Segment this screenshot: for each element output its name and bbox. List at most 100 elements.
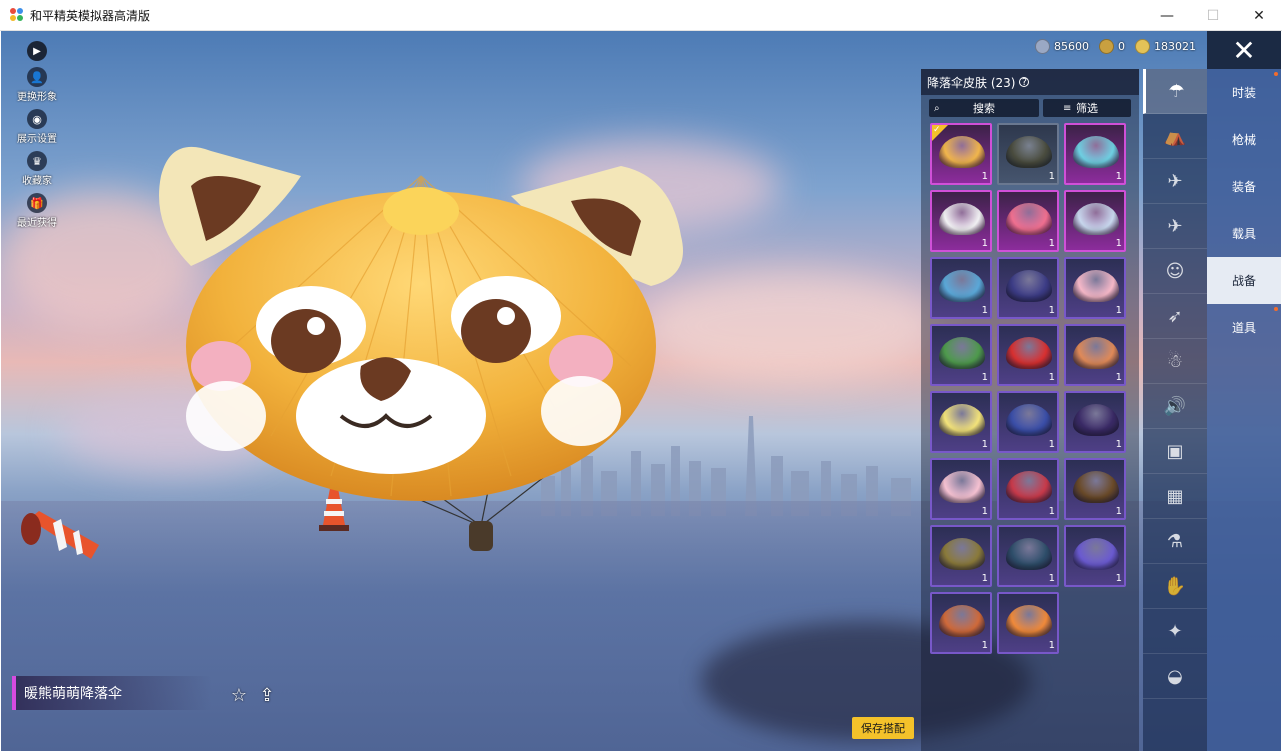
plane-trail-icon: ✈ bbox=[1167, 170, 1183, 192]
app-logo-icon bbox=[10, 8, 24, 22]
skin-count: 1 bbox=[1115, 305, 1122, 316]
parachute-thumbnail bbox=[1073, 471, 1119, 503]
skin-item[interactable]: 1 bbox=[1064, 190, 1126, 252]
subcategory-tab[interactable]: ✈ bbox=[1143, 204, 1207, 249]
backpack-icon: ⛺ bbox=[1163, 125, 1187, 147]
skin-count: 1 bbox=[1048, 573, 1055, 584]
share-icon[interactable]: ⇪ bbox=[255, 683, 279, 707]
recently-obtained-label: 最近获得 bbox=[17, 218, 57, 229]
skin-item[interactable]: 1 bbox=[1064, 458, 1126, 520]
subcategory-tab[interactable]: ◒ bbox=[1143, 654, 1207, 699]
category-tab[interactable]: 载具 bbox=[1207, 210, 1281, 257]
expand-arrow-icon[interactable]: ▶ bbox=[27, 41, 47, 61]
skin-item[interactable]: 1 bbox=[930, 190, 992, 252]
subcategory-tab[interactable]: ✈ bbox=[1143, 159, 1207, 204]
category-tab[interactable]: 装备 bbox=[1207, 163, 1281, 210]
skin-item[interactable]: 1 bbox=[997, 190, 1059, 252]
skin-item[interactable]: 1 bbox=[930, 458, 992, 520]
skin-count: 1 bbox=[1115, 372, 1122, 383]
skin-item[interactable]: 1 bbox=[997, 257, 1059, 319]
favorite-star-icon[interactable]: ☆ bbox=[227, 683, 251, 707]
skin-item[interactable]: 1 bbox=[997, 458, 1059, 520]
traffic-cone-icon bbox=[21, 511, 99, 559]
help-icon[interactable]: ? bbox=[1019, 77, 1030, 88]
category-label: 时装 bbox=[1231, 86, 1256, 100]
subcategory-tab[interactable]: ✦ bbox=[1143, 609, 1207, 654]
subcategory-tab[interactable]: 🔊 bbox=[1143, 384, 1207, 429]
parachute-thumbnail bbox=[1006, 270, 1052, 302]
collector-button[interactable]: ♛ 收藏家 bbox=[9, 151, 65, 187]
subcategory-tab[interactable]: ☺ bbox=[1143, 249, 1207, 294]
parachute-thumbnail bbox=[1073, 404, 1119, 436]
subcategory-tab[interactable]: ▣ bbox=[1143, 429, 1207, 474]
skin-item[interactable]: 1 bbox=[930, 592, 992, 654]
skin-item[interactable]: 1 bbox=[997, 324, 1059, 386]
parachute-thumbnail bbox=[939, 337, 985, 369]
skin-item[interactable]: 1 bbox=[1064, 391, 1126, 453]
gold-coin-icon bbox=[1135, 39, 1150, 54]
skin-item[interactable]: 1 bbox=[1064, 324, 1126, 386]
subcategory-tab[interactable]: ⛺ bbox=[1143, 114, 1207, 159]
panel-header: 降落伞皮肤 (23) ? bbox=[921, 69, 1139, 95]
skin-item[interactable]: 1 bbox=[1064, 123, 1126, 185]
display-settings-label: 展示设置 bbox=[17, 134, 57, 145]
skin-count: 1 bbox=[1115, 573, 1122, 584]
skin-item[interactable]: 1 bbox=[997, 391, 1059, 453]
skin-item[interactable]: 1 bbox=[1064, 525, 1126, 587]
skin-count: 1 bbox=[981, 305, 988, 316]
plane-icon: ✈ bbox=[1167, 215, 1183, 237]
filter-button[interactable]: ≡ 筛选 bbox=[1043, 99, 1131, 117]
parachute-thumbnail bbox=[1073, 136, 1119, 168]
maximize-button[interactable]: ☐ bbox=[1190, 0, 1236, 31]
category-tab[interactable]: 时装 bbox=[1207, 69, 1281, 116]
skin-item[interactable]: 1 bbox=[930, 257, 992, 319]
skin-item[interactable]: 1 bbox=[930, 525, 992, 587]
skin-item[interactable]: 1 bbox=[997, 525, 1059, 587]
subcategory-tab[interactable]: ➶ bbox=[1143, 294, 1207, 339]
category-tab[interactable]: 道具 bbox=[1207, 304, 1281, 351]
subcategory-tab[interactable]: ☂ bbox=[1143, 69, 1207, 114]
skin-count: 1 bbox=[981, 573, 988, 584]
skin-count: 1 bbox=[1115, 506, 1122, 517]
change-appearance-button[interactable]: 👤 更换形象 bbox=[9, 67, 65, 103]
category-tab[interactable]: 战备 bbox=[1207, 257, 1281, 304]
skin-count: 1 bbox=[1048, 238, 1055, 249]
save-outfit-button[interactable]: 保存搭配 bbox=[852, 717, 914, 739]
search-button[interactable]: ⌕ 搜索 bbox=[929, 99, 1039, 117]
category-label: 枪械 bbox=[1231, 133, 1256, 147]
skin-item[interactable]: 1 bbox=[930, 324, 992, 386]
collector-label: 收藏家 bbox=[22, 176, 52, 187]
parachute-thumbnail bbox=[1073, 538, 1119, 570]
subcategory-tab[interactable]: ▦ bbox=[1143, 474, 1207, 519]
category-tab[interactable]: 枪械 bbox=[1207, 116, 1281, 163]
parachute-thumbnail bbox=[939, 270, 985, 302]
minimize-button[interactable]: — bbox=[1144, 0, 1190, 31]
skin-item[interactable]: 1 bbox=[1064, 257, 1126, 319]
close-window-button[interactable]: ✕ bbox=[1236, 0, 1282, 31]
currency-value: 0 bbox=[1118, 40, 1125, 53]
currency-item: 0 bbox=[1099, 39, 1125, 54]
magic-wand-icon: ✦ bbox=[1167, 620, 1183, 642]
category-label: 战备 bbox=[1231, 274, 1256, 288]
gift-icon: 🎁 bbox=[27, 193, 47, 213]
change-appearance-label: 更换形象 bbox=[17, 92, 57, 103]
game-viewport: ▶ 👤 更换形象 ◉ 展示设置 ♛ 收藏家 🎁 最近获得 85600 0 18302… bbox=[1, 31, 1281, 751]
parachute-thumbnail bbox=[939, 471, 985, 503]
skin-item[interactable]: 1 bbox=[997, 123, 1059, 185]
subcategory-tab[interactable]: ⚗ bbox=[1143, 519, 1207, 564]
skin-count: 1 bbox=[981, 506, 988, 517]
skin-item[interactable]: 1 bbox=[930, 123, 992, 185]
subcategory-tab[interactable]: ☃ bbox=[1143, 339, 1207, 384]
avatar-icon: 👤 bbox=[27, 67, 47, 87]
skin-count: 1 bbox=[981, 439, 988, 450]
notification-dot bbox=[1274, 307, 1278, 311]
skin-count: 1 bbox=[981, 640, 988, 651]
close-wardrobe-button[interactable]: ✕ bbox=[1207, 31, 1281, 69]
recently-obtained-button[interactable]: 🎁 最近获得 bbox=[9, 193, 65, 229]
skin-item[interactable]: 1 bbox=[997, 592, 1059, 654]
skin-item[interactable]: 1 bbox=[930, 391, 992, 453]
filter-label: 筛选 bbox=[1076, 102, 1098, 115]
subcategory-tab[interactable]: ✋ bbox=[1143, 564, 1207, 609]
window-titlebar: 和平精英模拟器高清版 — ☐ ✕ bbox=[0, 0, 1282, 31]
display-settings-button[interactable]: ◉ 展示设置 bbox=[9, 109, 65, 145]
